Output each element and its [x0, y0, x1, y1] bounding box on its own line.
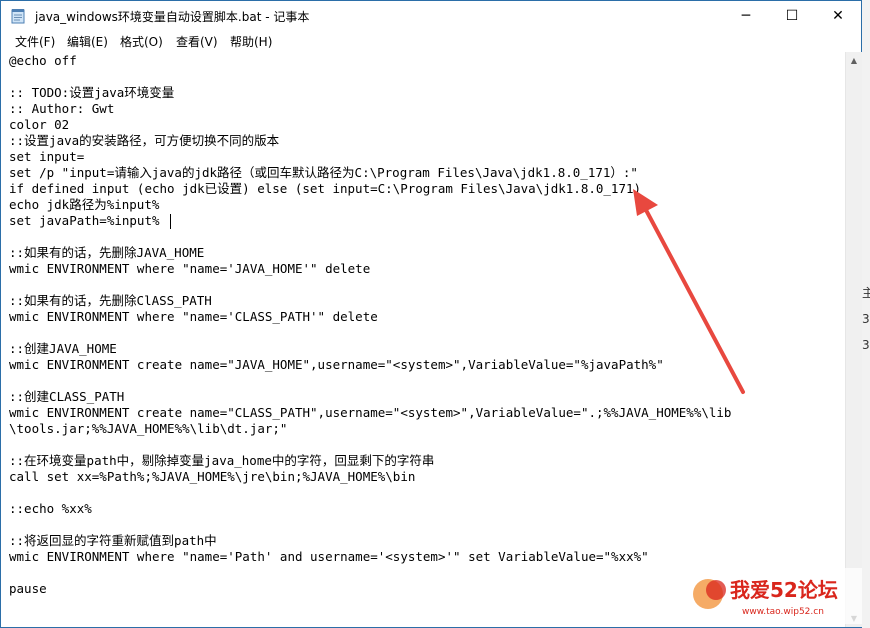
- menu-view[interactable]: 查看(V): [176, 33, 218, 50]
- menu-edit[interactable]: 编辑(E): [67, 33, 108, 50]
- text-line: wmic ENVIRONMENT where "name='Path' and …: [9, 549, 649, 564]
- text-line: \tools.jar;%%JAVA_HOME%%\lib\dt.jar;": [9, 421, 288, 436]
- text-line: echo jdk路径为%input%: [9, 197, 160, 212]
- vertical-scrollbar[interactable]: ▲ ▼: [845, 52, 862, 627]
- text-line: call set xx=%Path%;%JAVA_HOME%\jre\bin;%…: [9, 469, 416, 484]
- text-line: set javaPath=%input%: [9, 213, 160, 228]
- menu-format[interactable]: 格式(O): [120, 33, 163, 50]
- desktop-fragment: 主: [862, 286, 870, 300]
- minimize-button[interactable]: ─: [723, 1, 769, 31]
- watermark-logo: 我爱52论坛 www.tao.wip52.cn: [686, 568, 862, 624]
- notepad-icon: [11, 9, 25, 24]
- menu-bar: 文件(F) 编辑(E) 格式(O) 查看(V) 帮助(H): [1, 31, 861, 51]
- text-line: :: TODO:设置java环境变量: [9, 85, 175, 100]
- text-line: set input=: [9, 149, 85, 164]
- text-line: ::创建JAVA_HOME: [9, 341, 117, 356]
- text-line: color 02: [9, 117, 70, 132]
- window-title: java_windows环境变量自动设置脚本.bat - 记事本: [35, 10, 310, 24]
- watermark-title: 我爱52论坛: [730, 578, 838, 602]
- text-line: ::如果有的话，先删除ClASS_PATH: [9, 293, 212, 308]
- text-line: wmic ENVIRONMENT where "name='CLASS_PATH…: [9, 309, 378, 324]
- desktop-fragment: 3: [862, 338, 870, 352]
- text-line: wmic ENVIRONMENT create name="CLASS_PATH…: [9, 405, 732, 420]
- text-line: @echo off: [9, 53, 77, 68]
- close-button[interactable]: ✕: [815, 1, 861, 31]
- maximize-icon: ☐: [785, 8, 799, 24]
- text-editor[interactable]: @echo off:: TODO:设置java环境变量:: Author: Gw…: [1, 52, 845, 627]
- menu-help[interactable]: 帮助(H): [230, 33, 272, 50]
- minimize-icon: ─: [741, 8, 751, 24]
- text-line: ::如果有的话，先删除JAVA_HOME: [9, 245, 205, 260]
- text-line: wmic ENVIRONMENT where "name='JAVA_HOME'…: [9, 261, 371, 276]
- text-line: :: Author: Gwt: [9, 101, 115, 116]
- scroll-up-arrow-icon[interactable]: ▲: [846, 52, 862, 69]
- text-line: ::设置java的安装路径，可方便切换不同的版本: [9, 133, 280, 148]
- text-line: if defined input (echo jdk已设置) else (set…: [9, 181, 642, 196]
- text-line: ::将返回显的字符重新赋值到path中: [9, 533, 217, 548]
- maximize-button[interactable]: ☐: [769, 1, 815, 31]
- watermark-url: www.tao.wip52.cn: [742, 607, 824, 617]
- text-line: set /p "input=请输入java的jdk路径（或回车默认路径为C:\P…: [9, 165, 638, 180]
- notepad-window: java_windows环境变量自动设置脚本.bat - 记事本 ─ ☐ ✕ 文…: [0, 0, 862, 628]
- close-icon: ✕: [832, 8, 844, 24]
- text-line: wmic ENVIRONMENT create name="JAVA_HOME"…: [9, 357, 664, 372]
- desktop-fragment: 3: [862, 312, 870, 326]
- text-line: ::创建CLASS_PATH: [9, 389, 125, 404]
- text-line: pause: [9, 581, 47, 596]
- text-line: ::在环境变量path中，剔除掉变量java_home中的字符，回显剩下的字符串: [9, 453, 435, 468]
- title-bar[interactable]: java_windows环境变量自动设置脚本.bat - 记事本 ─ ☐ ✕: [1, 1, 861, 31]
- menu-file[interactable]: 文件(F): [15, 33, 55, 50]
- text-line: ::echo %xx%: [9, 501, 92, 516]
- text-caret: [170, 214, 171, 229]
